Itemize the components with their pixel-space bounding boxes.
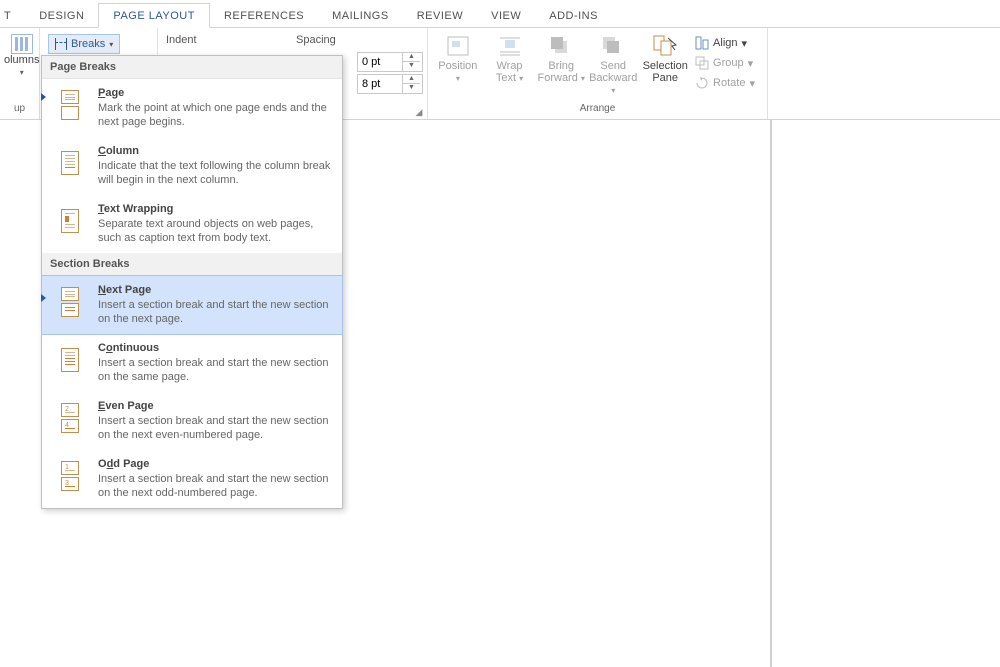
tab-review[interactable]: REVIEW [403, 4, 477, 27]
spin-down-icon[interactable]: ▼ [403, 84, 420, 93]
group-icon [695, 56, 709, 70]
item-desc: Insert a section break and start the new… [98, 298, 334, 326]
position-button[interactable]: Position▾ [432, 30, 484, 83]
spacing-label: Spacing [296, 34, 426, 46]
wrap-text-icon [497, 34, 523, 58]
breaks-button[interactable]: Breaks ▾ [48, 34, 120, 54]
item-title: Even Page [98, 400, 334, 412]
arrange-group: Position▾ WrapText ▾ BringForward ▾ Send… [428, 28, 768, 119]
spin-up-icon[interactable]: ▲ [403, 53, 420, 62]
tab-addins[interactable]: ADD-INS [535, 4, 612, 27]
item-desc: Insert a section break and start the new… [98, 414, 334, 442]
page-break-icon [52, 87, 88, 123]
tab-insert-cut[interactable]: T [0, 4, 25, 27]
item-title: Page [98, 87, 334, 99]
ribbon-tabs: T DESIGN PAGE LAYOUT REFERENCES MAILINGS… [0, 0, 1000, 28]
tab-design[interactable]: DESIGN [25, 4, 98, 27]
dropdown-header-section-breaks: Section Breaks [42, 253, 342, 276]
column-break-icon [52, 145, 88, 181]
next-page-break-icon [52, 284, 88, 320]
breaks-dropdown: Page Breaks Page Mark the point at which… [41, 55, 343, 509]
indent-label: Indent [166, 34, 296, 46]
selection-pane-button[interactable]: SelectionPane [639, 30, 691, 84]
send-backward-button[interactable]: SendBackward ▾ [587, 30, 639, 97]
tab-mailings[interactable]: MAILINGS [318, 4, 403, 27]
breaks-label: Breaks [71, 38, 105, 50]
spinner-buttons[interactable]: ▲▼ [402, 75, 420, 93]
item-desc: Insert a section break and start the new… [98, 472, 334, 500]
item-title: Column [98, 145, 334, 157]
indicator-icon [41, 294, 46, 302]
break-even-page[interactable]: Even Page Insert a section break and sta… [42, 392, 342, 450]
item-title: Next Page [98, 284, 334, 296]
chevron-down-icon: ▾ [749, 77, 755, 90]
break-text-wrapping[interactable]: Text Wrapping Separate text around objec… [42, 195, 342, 253]
chevron-down-icon: ▾ [611, 86, 615, 95]
dropdown-header-page-breaks: Page Breaks [42, 56, 342, 79]
item-desc: Separate text around objects on web page… [98, 217, 334, 245]
spacing-after-spinner[interactable]: ▲▼ [357, 74, 423, 94]
group-label-cut: up [0, 103, 39, 114]
item-title: Odd Page [98, 458, 334, 470]
breaks-icon [55, 38, 67, 50]
send-backward-icon [600, 34, 626, 58]
page-right-edge [770, 120, 772, 667]
indicator-icon [41, 93, 46, 101]
bring-forward-button[interactable]: BringForward ▾ [535, 30, 587, 85]
break-column[interactable]: Column Indicate that the text following … [42, 137, 342, 195]
odd-page-break-icon [52, 458, 88, 494]
wrap-text-button[interactable]: WrapText ▾ [484, 30, 536, 85]
rotate-icon [695, 76, 709, 90]
spin-down-icon[interactable]: ▼ [403, 62, 420, 71]
even-page-break-icon [52, 400, 88, 436]
tab-references[interactable]: REFERENCES [210, 4, 318, 27]
spacing-after-input[interactable] [358, 76, 402, 92]
columns-button[interactable]: olumns ▾ [4, 30, 39, 77]
break-page[interactable]: Page Mark the point at which one page en… [42, 79, 342, 137]
chevron-down-icon: ▾ [748, 57, 754, 70]
columns-label: olumns [4, 54, 39, 66]
columns-icon [11, 34, 33, 54]
continuous-break-icon [52, 342, 88, 378]
bring-forward-icon [548, 34, 574, 58]
tab-page-layout[interactable]: PAGE LAYOUT [98, 3, 210, 28]
chevron-down-icon: ▾ [20, 68, 24, 77]
chevron-down-icon: ▾ [581, 74, 585, 83]
chevron-down-icon: ▾ [742, 37, 748, 50]
break-next-page[interactable]: Next Page Insert a section break and sta… [41, 275, 343, 335]
item-desc: Indicate that the text following the col… [98, 159, 334, 187]
chevron-down-icon: ▾ [109, 40, 113, 49]
item-desc: Insert a section break and start the new… [98, 356, 334, 384]
tab-view[interactable]: VIEW [477, 4, 535, 27]
item-desc: Mark the point at which one page ends an… [98, 101, 334, 129]
page-setup-group-partial: olumns ▾ up [0, 28, 40, 119]
align-button[interactable]: Align ▾ [693, 34, 757, 52]
arrange-group-label: Arrange [428, 103, 767, 114]
group-button[interactable]: Group ▾ [693, 54, 757, 72]
spacing-before-input[interactable] [358, 54, 402, 70]
rotate-button[interactable]: Rotate ▾ [693, 74, 757, 92]
break-continuous[interactable]: Continuous Insert a section break and st… [42, 334, 342, 392]
selection-pane-icon [652, 34, 678, 58]
spinner-buttons[interactable]: ▲▼ [402, 53, 420, 71]
dialog-launcher-icon[interactable]: ◢ [413, 106, 425, 118]
spin-up-icon[interactable]: ▲ [403, 75, 420, 84]
item-title: Continuous [98, 342, 334, 354]
chevron-down-icon: ▾ [456, 74, 460, 83]
spacing-before-spinner[interactable]: ▲▼ [357, 52, 423, 72]
text-wrapping-break-icon [52, 203, 88, 239]
chevron-down-icon: ▾ [519, 74, 523, 83]
break-odd-page[interactable]: Odd Page Insert a section break and star… [42, 450, 342, 508]
item-title: Text Wrapping [98, 203, 334, 215]
align-icon [695, 36, 709, 50]
position-icon [445, 34, 471, 58]
